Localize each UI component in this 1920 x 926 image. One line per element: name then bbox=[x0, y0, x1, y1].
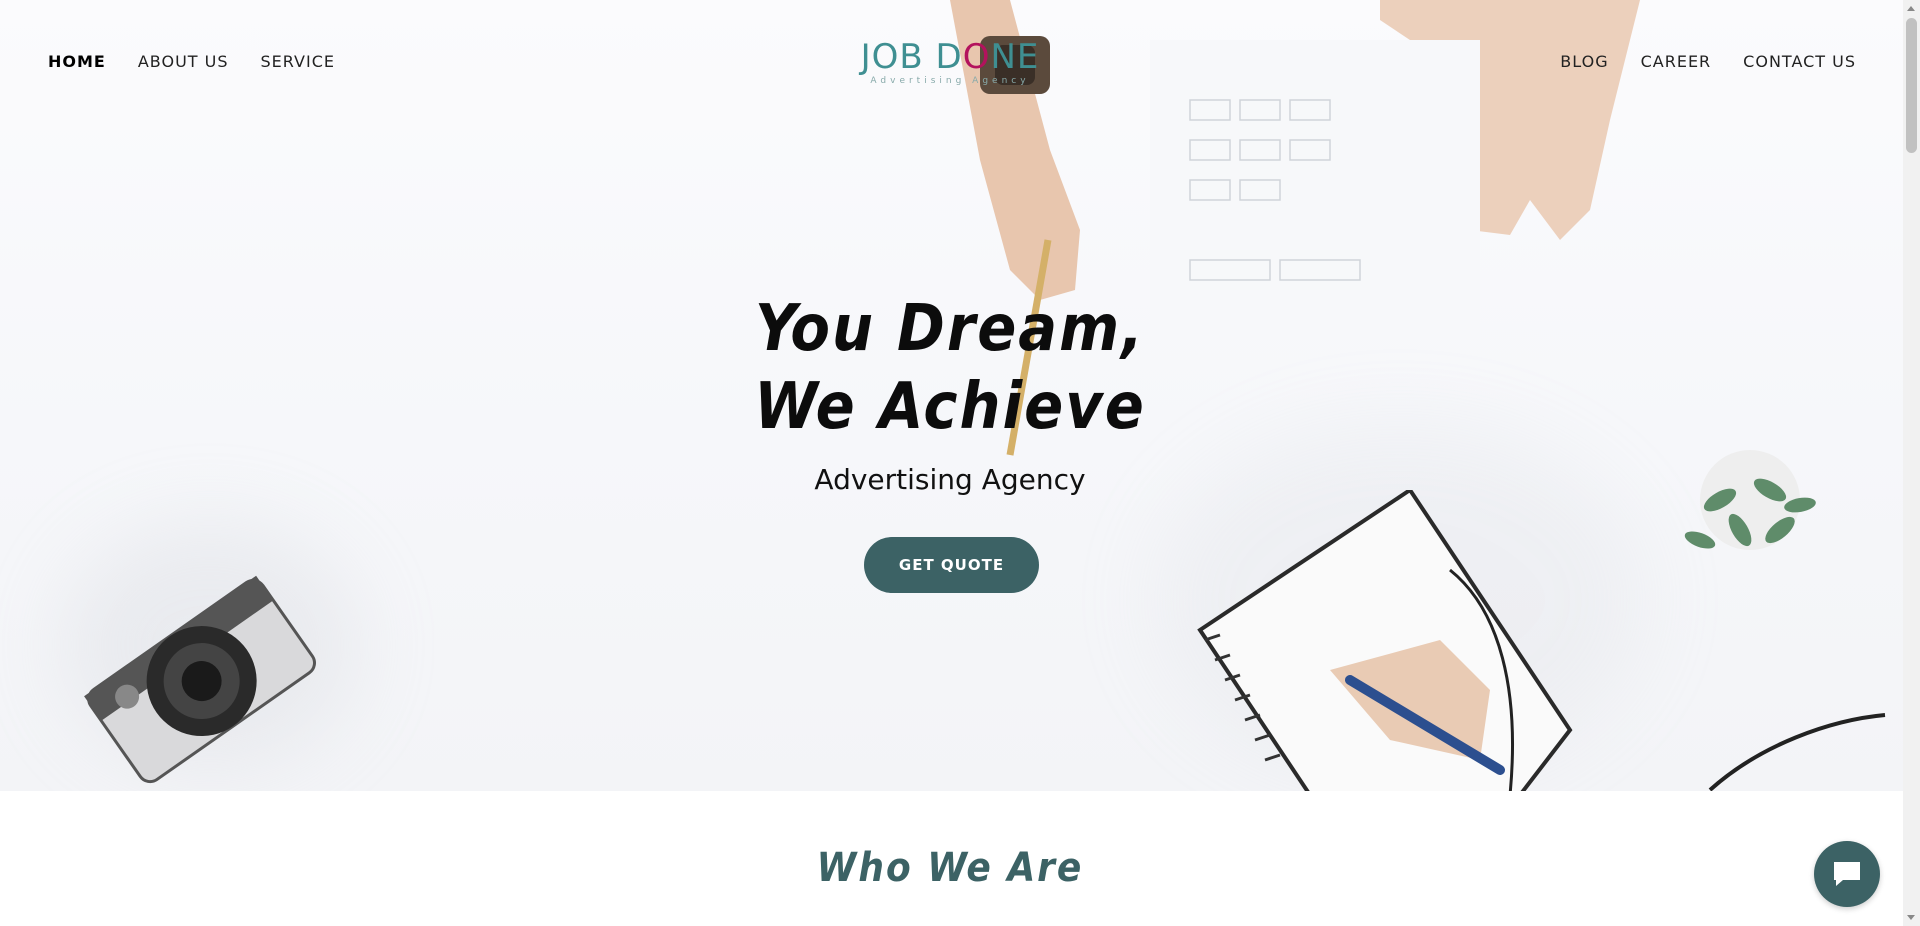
primary-nav-left: HOME ABOUT US SERVICE bbox=[48, 52, 335, 71]
notebook-writing-illustration bbox=[1197, 490, 1573, 791]
glasses-illustration bbox=[1708, 713, 1886, 791]
plant-illustration bbox=[1684, 450, 1816, 550]
scroll-down-arrow-icon[interactable] bbox=[1907, 915, 1915, 920]
logo-wordmark: JOB D O NE bbox=[861, 40, 1040, 74]
hero-title: You Dream, We Achieve bbox=[754, 292, 1146, 444]
nav-home[interactable]: HOME bbox=[48, 52, 106, 71]
logo-text-left: JOB D bbox=[860, 37, 963, 77]
page-scrollbar[interactable] bbox=[1903, 0, 1920, 926]
scroll-up-arrow-icon[interactable] bbox=[1907, 6, 1915, 11]
get-quote-button[interactable]: GET QUOTE bbox=[864, 537, 1039, 593]
chat-bubble-icon bbox=[1834, 862, 1860, 886]
nav-about-us[interactable]: ABOUT US bbox=[138, 52, 229, 71]
scrollbar-thumb[interactable] bbox=[1906, 18, 1917, 153]
logo-stopwatch-icon: O bbox=[962, 37, 991, 77]
site-logo[interactable]: JOB D O NE Advertising Agency bbox=[860, 40, 1040, 92]
camera-illustration bbox=[84, 575, 316, 784]
nav-service[interactable]: SERVICE bbox=[261, 52, 335, 71]
logo-text-right: NE bbox=[990, 37, 1040, 77]
nav-contact-us[interactable]: CONTACT US bbox=[1743, 52, 1856, 71]
logo-tagline: Advertising Agency bbox=[870, 76, 1030, 86]
hero-subtitle: Advertising Agency bbox=[814, 463, 1086, 496]
chat-button[interactable] bbox=[1814, 841, 1880, 907]
nav-blog[interactable]: BLOG bbox=[1560, 52, 1608, 71]
nav-career[interactable]: CAREER bbox=[1641, 52, 1712, 71]
primary-nav-right: BLOG CAREER CONTACT US bbox=[1560, 52, 1856, 71]
section-title-who-we-are: Who We Are bbox=[816, 845, 1084, 891]
